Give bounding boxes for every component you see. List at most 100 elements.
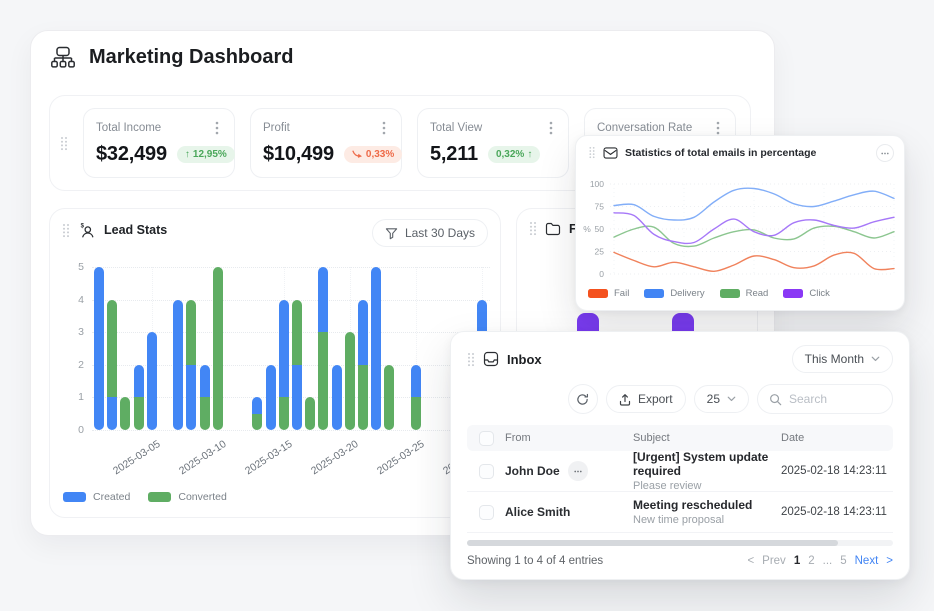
legend-swatch xyxy=(63,492,86,502)
export-button[interactable]: Export xyxy=(606,385,686,413)
bar-segment-converted xyxy=(279,397,289,430)
upload-icon xyxy=(619,393,631,406)
lead-stats-title: Lead Stats xyxy=(104,223,167,237)
svg-text:0: 0 xyxy=(599,269,604,279)
svg-text:100: 100 xyxy=(590,179,604,189)
table-scrollbar-thumb[interactable] xyxy=(467,540,838,546)
svg-text:$: $ xyxy=(81,223,85,229)
bar-segment-created xyxy=(411,365,421,398)
inbox-row[interactable]: Alice Smith Meeting rescheduledNew time p… xyxy=(467,492,893,533)
lead-bar xyxy=(371,267,381,430)
trend-badge: ↑12,95% xyxy=(177,146,235,163)
bar-segment-created xyxy=(147,332,157,430)
bar-segment-converted xyxy=(384,365,394,430)
inbox-row[interactable]: John Doe[Urgent] System update requiredP… xyxy=(467,451,893,492)
x-axis-label: 2025-03-10 xyxy=(173,438,228,480)
stat-card-top: Total Income xyxy=(96,120,222,136)
row-checkbox[interactable] xyxy=(479,464,494,479)
drag-handle[interactable] xyxy=(60,136,68,151)
inbox-footer: Showing 1 to 4 of 4 entries <Prev12...5N… xyxy=(467,555,893,567)
page-button[interactable]: 2 xyxy=(808,555,814,567)
lead-bar xyxy=(332,365,342,430)
prev-button[interactable]: Prev xyxy=(762,555,786,567)
stat-card-value: $32,499 xyxy=(96,143,167,166)
drag-handle[interactable] xyxy=(589,146,596,159)
legend-item: Read xyxy=(720,288,769,299)
email-stats-header: Statistics of total emails in percentage xyxy=(588,145,816,160)
lead-bar xyxy=(292,300,302,430)
row-checkbox-cell xyxy=(467,464,505,479)
last-30-days-filter-button[interactable]: Last 30 Days xyxy=(372,219,488,247)
row-checkbox[interactable] xyxy=(479,505,494,520)
legend-label: Delivery xyxy=(670,288,704,299)
arrow-up-icon: ↑ xyxy=(185,149,190,160)
chevron-down-icon xyxy=(871,356,880,362)
lead-bar xyxy=(120,397,130,430)
page-size-dropdown[interactable]: 25 xyxy=(694,385,749,413)
bar-segment-created xyxy=(186,365,196,430)
page-title: Marketing Dashboard xyxy=(89,46,293,69)
table-scrollbar[interactable] xyxy=(467,540,893,546)
refresh-button[interactable] xyxy=(568,384,598,414)
prev-arrow[interactable]: < xyxy=(747,555,754,567)
svg-text:25: 25 xyxy=(595,247,605,257)
email-line-chart-svg: 0255075100% xyxy=(576,162,906,292)
bar-segment-created xyxy=(332,365,342,430)
lead-bar xyxy=(411,365,421,430)
bar-segment-created xyxy=(252,397,262,413)
entries-summary: Showing 1 to 4 of 4 entries xyxy=(467,555,603,567)
email-panel-menu-button[interactable] xyxy=(876,144,894,162)
y-axis-tick: 0 xyxy=(62,424,84,436)
bar-segment-created xyxy=(173,300,183,430)
inbox-table: FromSubjectDate John Doe[Urgent] System … xyxy=(467,425,893,533)
bar-segment-created xyxy=(200,365,210,398)
legend-swatch xyxy=(148,492,171,502)
page-button[interactable]: 1 xyxy=(794,555,800,567)
stat-card-menu-button[interactable] xyxy=(713,120,723,136)
page-button[interactable]: 5 xyxy=(840,555,846,567)
trend-badge: 0,32%↑ xyxy=(488,146,540,163)
lead-bar xyxy=(107,300,117,430)
legend-label: Fail xyxy=(614,288,629,299)
next-arrow[interactable]: > xyxy=(886,555,893,567)
stat-card-value: $10,499 xyxy=(263,143,334,166)
y-axis-tick: 3 xyxy=(62,326,84,338)
legend-label: Read xyxy=(746,288,769,299)
stat-card-menu-button[interactable] xyxy=(212,120,222,136)
column-header-date: Date xyxy=(781,432,893,444)
page-size-value: 25 xyxy=(707,392,720,406)
search-icon xyxy=(769,393,782,406)
row-menu-button[interactable] xyxy=(568,461,588,481)
stat-card-top: Conversation Rate xyxy=(597,120,723,136)
trend-badge-text: 0,32% xyxy=(496,149,524,160)
bar-segment-created xyxy=(134,365,144,398)
column-header-subject: Subject xyxy=(633,432,781,444)
pagination: <Prev12...5Next> xyxy=(747,555,893,567)
inbox-table-header: FromSubjectDate xyxy=(467,425,893,451)
drag-handle[interactable] xyxy=(467,352,475,367)
legend-swatch xyxy=(644,289,664,298)
stat-card-menu-button[interactable] xyxy=(546,120,556,136)
drag-handle[interactable] xyxy=(62,223,70,238)
stat-card-menu-button[interactable] xyxy=(379,120,389,136)
select-all-checkbox[interactable] xyxy=(479,431,494,446)
lead-bar xyxy=(213,267,223,430)
folder-icon xyxy=(545,222,561,236)
x-axis-label: 2025-03-15 xyxy=(239,438,294,480)
lead-bar xyxy=(358,300,368,430)
lead-bar xyxy=(266,365,276,430)
stat-card-value: 5,211 xyxy=(430,143,478,166)
stat-card-top: Total View xyxy=(430,120,556,136)
bar-segment-created xyxy=(279,300,289,398)
cell-subject: Meeting rescheduledNew time proposal xyxy=(633,498,781,526)
stat-card-value-row: $10,4990,33% xyxy=(263,143,389,166)
stat-card-label: Conversation Rate xyxy=(597,122,692,134)
column-header-from: From xyxy=(505,432,633,444)
refresh-icon xyxy=(576,393,589,406)
sender-name: Alice Smith xyxy=(505,505,570,519)
next-button[interactable]: Next xyxy=(855,555,879,567)
period-dropdown[interactable]: This Month xyxy=(792,345,893,373)
lead-bar xyxy=(345,332,355,430)
drag-handle[interactable] xyxy=(529,221,537,236)
search-input[interactable] xyxy=(789,392,881,406)
